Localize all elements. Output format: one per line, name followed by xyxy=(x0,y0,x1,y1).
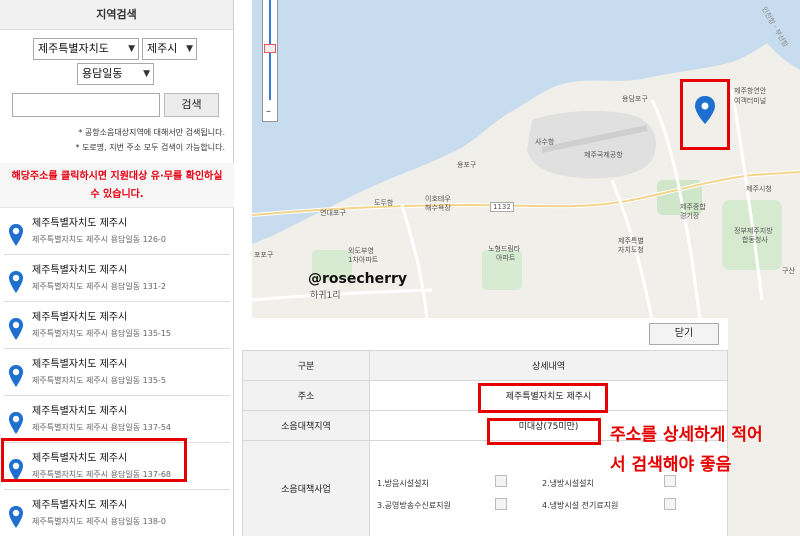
list-item[interactable]: 제주특별자치도 제주시 제주특별자치도 제주시 용담일동 135-15 xyxy=(4,302,230,349)
highlight-noise-zone xyxy=(487,418,601,445)
annotation-line-1: 주소를 상세하게 적어 xyxy=(610,425,763,445)
watermark: @rosecherry xyxy=(308,271,408,287)
chevron-down-icon: ▼ xyxy=(186,44,193,54)
highlight-address xyxy=(478,383,608,413)
annotation-text: 주소를 상세하게 적어 서 검색해야 좋음 xyxy=(610,420,763,480)
option-checkbox[interactable] xyxy=(495,498,507,510)
panel-title: 지역검색 xyxy=(0,0,233,30)
note-address-types: * 도로명, 지번 주소 모두 검색이 가능합니다. xyxy=(75,143,225,152)
map-label: 제주항연안 xyxy=(734,87,767,95)
map-label: 아파트 xyxy=(496,254,516,262)
result-address: 제주특별자치도 제주시 용담일동 138-0 xyxy=(32,517,166,526)
zoom-slider[interactable]: – xyxy=(262,0,278,122)
result-address: 제주특별자치도 제주시 용담일동 126-0 xyxy=(32,235,166,244)
option-checkbox[interactable] xyxy=(495,475,507,487)
option-label: 2.냉방시설설치 xyxy=(542,479,594,488)
map-label: 합동청사 xyxy=(742,236,768,244)
col-header-category: 구분 xyxy=(242,350,370,381)
district-select[interactable]: 용담일동 ▼ xyxy=(77,63,154,85)
road-number-badge: 1132 xyxy=(490,202,514,212)
row-label-noise-zone: 소음대책지역 xyxy=(242,410,370,441)
row-label-address: 주소 xyxy=(242,380,370,411)
click-instruction: 해당주소를 클릭하시면 지원대상 유·무를 확인하실 수 있습니다. xyxy=(0,163,234,208)
map-pin-icon xyxy=(9,271,23,293)
map-pin-icon xyxy=(9,412,23,434)
map-label: 여객터미널 xyxy=(734,97,767,105)
close-button[interactable]: 닫기 xyxy=(649,323,719,345)
col-header-detail: 상세내역 xyxy=(369,350,728,381)
map-pin-icon xyxy=(9,506,23,528)
map-label: 하귀1리 xyxy=(310,291,341,301)
annotation-line-2: 서 검색해야 좋음 xyxy=(610,455,732,475)
zoom-handle[interactable] xyxy=(264,44,276,53)
highlight-selected-result xyxy=(1,438,187,482)
chevron-down-icon: ▼ xyxy=(128,44,135,54)
district-value: 용담일동 xyxy=(82,67,123,80)
note-airport-only: * 공항소음대상지역에 대해서만 검색됩니다. xyxy=(78,128,225,137)
map-label: 1차아파트 xyxy=(348,256,379,264)
result-title: 제주특별자치도 제주시 xyxy=(32,500,128,511)
list-item[interactable]: 제주특별자치도 제주시 제주특별자치도 제주시 용담일동 138-0 xyxy=(4,490,230,536)
list-item[interactable]: 제주특별자치도 제주시 제주특별자치도 제주시 용담일동 126-0 xyxy=(4,208,230,255)
result-title: 제주특별자치도 제주시 xyxy=(32,265,128,276)
city-select[interactable]: 제주시 ▼ xyxy=(142,38,197,60)
map-label: 사수항 xyxy=(535,138,555,146)
province-select[interactable]: 제주특별자치도 ▼ xyxy=(33,38,139,60)
option-label: 4.냉방시설 전기료지원 xyxy=(542,501,619,510)
map-label: 포포구 xyxy=(254,251,274,259)
map-pin-icon xyxy=(9,365,23,387)
map-label: 경기장 xyxy=(680,212,700,220)
list-item[interactable]: 제주특별자치도 제주시 제주특별자치도 제주시 용담일동 135-5 xyxy=(4,349,230,396)
result-address: 제주특별자치도 제주시 용담일동 135-5 xyxy=(32,376,166,385)
map-pin-icon xyxy=(9,224,23,246)
result-title: 제주특별자치도 제주시 xyxy=(32,312,128,323)
result-title: 제주특별자치도 제주시 xyxy=(32,218,128,229)
option-label: 3.공영방송수신료지원 xyxy=(377,501,451,510)
search-button[interactable]: 검색 xyxy=(164,93,219,117)
map-label: 제주국제공항 xyxy=(584,151,623,159)
result-address: 제주특별자치도 제주시 용담일동 131-2 xyxy=(32,282,166,291)
map-label: 자치도청 xyxy=(618,246,644,254)
result-title: 제주특별자치도 제주시 xyxy=(32,406,128,417)
map-label: 구산 xyxy=(782,267,795,275)
result-title: 제주특별자치도 제주시 xyxy=(32,359,128,370)
map-pin-icon xyxy=(9,318,23,340)
map-label: 용담포구 xyxy=(622,95,648,103)
zoom-out-icon[interactable]: – xyxy=(266,106,271,117)
map-label: 용포구 xyxy=(457,161,477,169)
map-label: 도두항 xyxy=(374,199,394,207)
map-label: 해수욕장 xyxy=(425,204,451,212)
list-item[interactable]: 제주특별자치도 제주시 제주특별자치도 제주시 용담일동 131-2 xyxy=(4,255,230,302)
result-address: 제주특별자치도 제주시 용담일동 135-15 xyxy=(32,329,172,338)
search-input[interactable] xyxy=(12,93,160,117)
result-address: 제주특별자치도 제주시 용담일동 137-54 xyxy=(32,423,172,432)
list-item[interactable]: 제주특별자치도 제주시 제주특별자치도 제주시 용담일동 137-54 xyxy=(4,396,230,443)
province-value: 제주특별자치도 xyxy=(38,42,109,55)
chevron-down-icon: ▼ xyxy=(143,69,150,79)
map-label: 연대포구 xyxy=(320,209,346,217)
row-label-noise-project: 소음대책사업 xyxy=(242,440,370,536)
option-checkbox[interactable] xyxy=(664,498,676,510)
option-label: 1.방음시설설치 xyxy=(377,479,429,488)
map-label: 제주시청 xyxy=(746,185,772,193)
highlight-map-pin xyxy=(680,79,730,150)
city-value: 제주시 xyxy=(147,42,178,55)
